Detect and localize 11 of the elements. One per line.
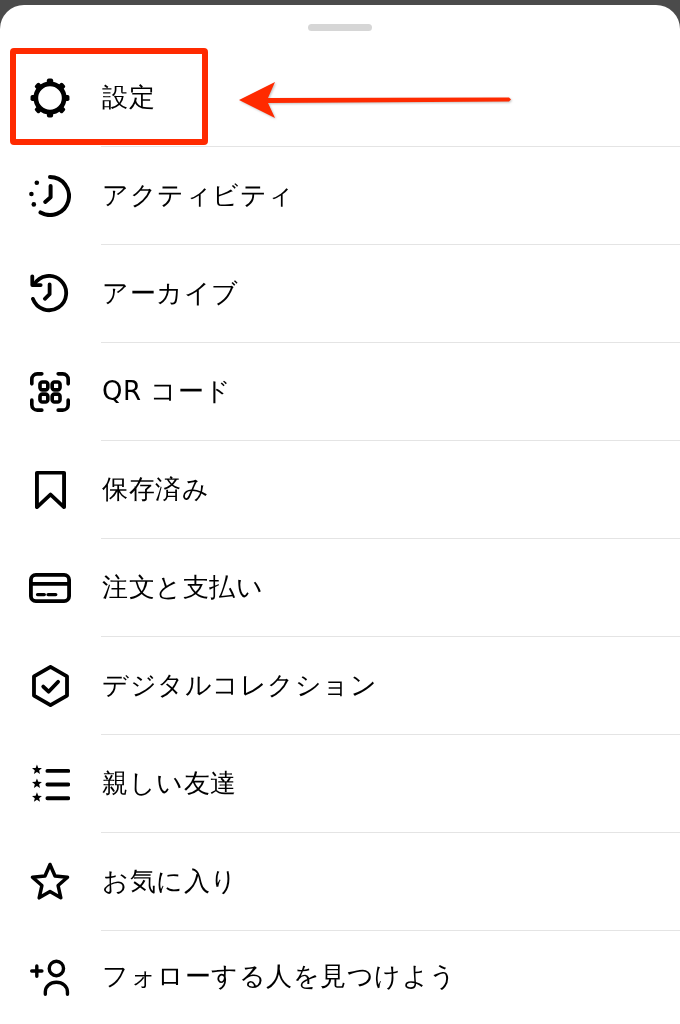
hexagon-check-icon <box>31 664 69 707</box>
card-icon <box>29 572 71 603</box>
qr-code-icon <box>30 371 70 412</box>
dotted-clock-icon <box>29 174 71 217</box>
star-list-icon <box>30 763 70 804</box>
gear-icon <box>30 77 70 118</box>
bookmark-icon <box>34 470 66 509</box>
clock-arrow-icon <box>30 273 70 314</box>
drag-handle[interactable] <box>308 24 372 31</box>
star-icon <box>30 862 70 901</box>
add-person-icon <box>30 958 70 996</box>
